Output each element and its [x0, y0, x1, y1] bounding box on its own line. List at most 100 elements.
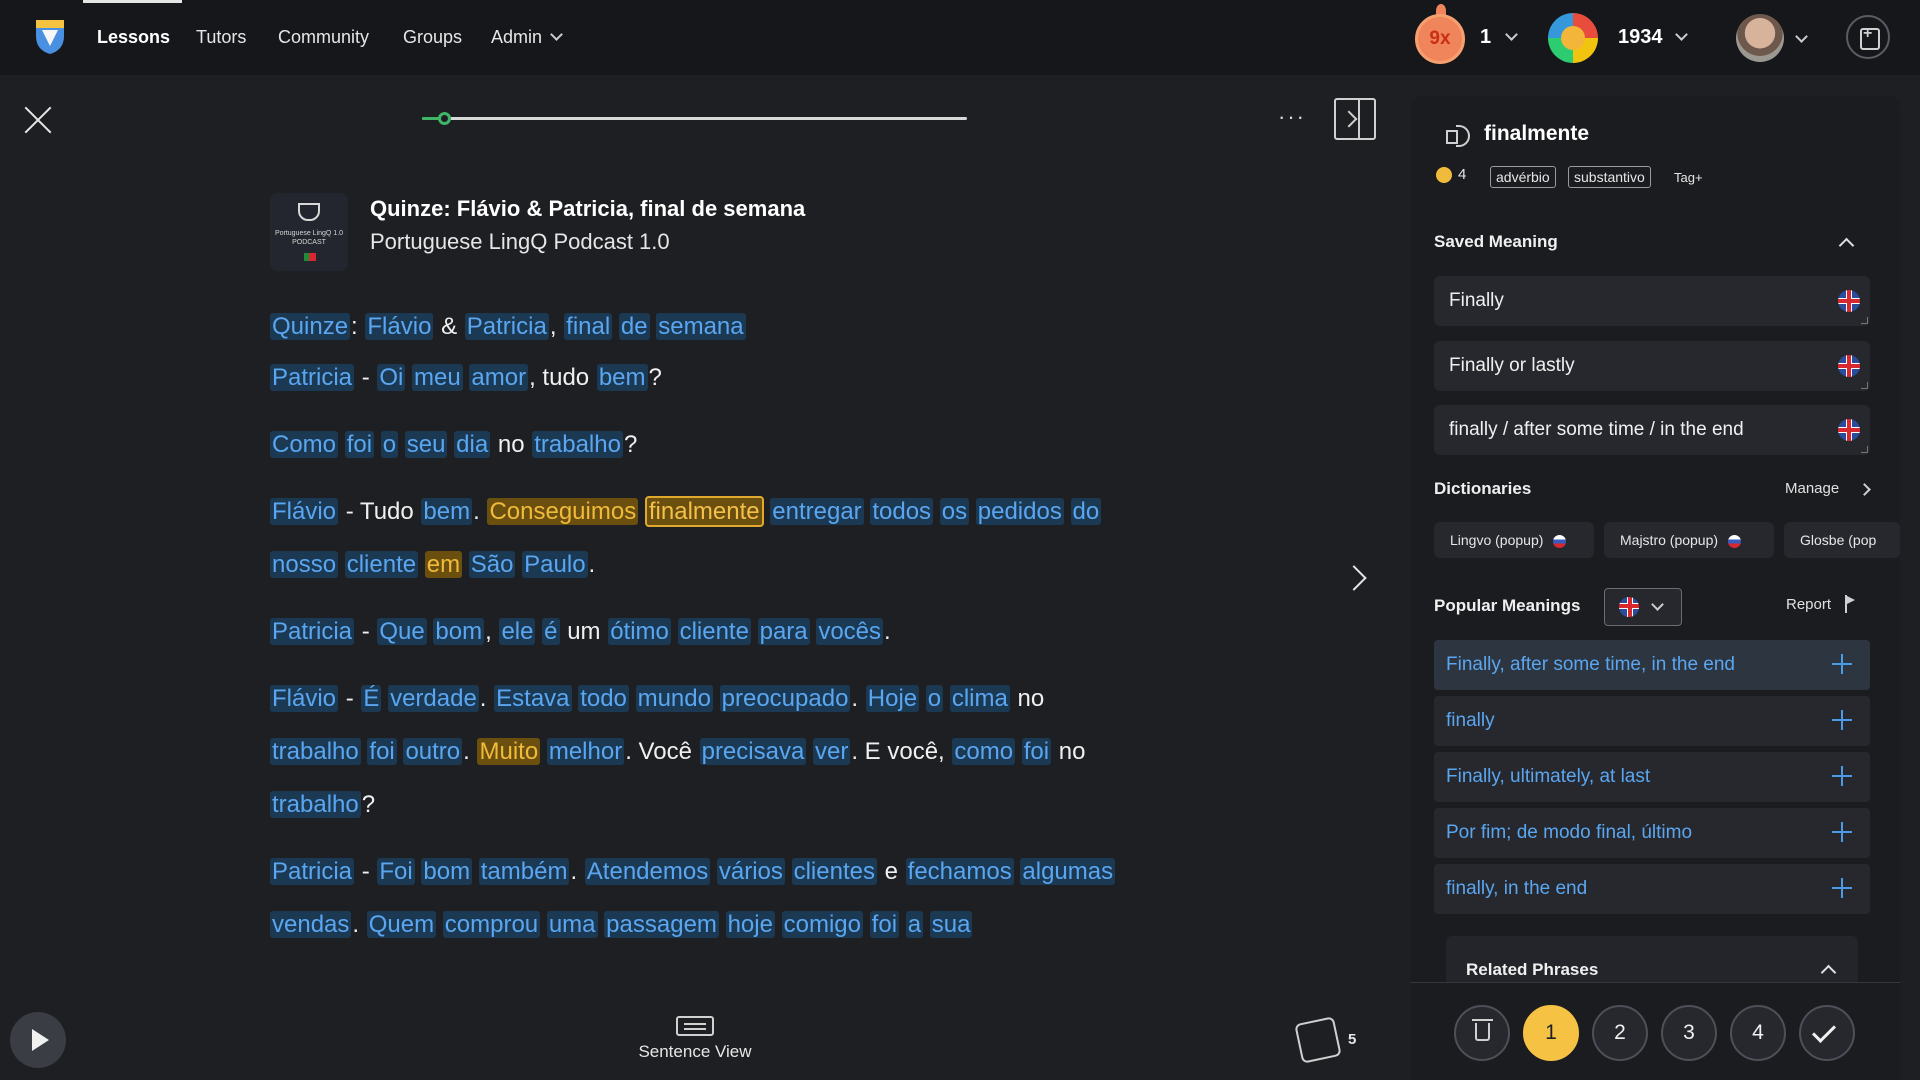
lesson-progress-bar[interactable] — [422, 112, 967, 125]
avatar[interactable] — [1736, 14, 1784, 62]
lesson-word[interactable]: foi — [344, 431, 375, 458]
plus-icon[interactable] — [1832, 766, 1852, 786]
lesson-word[interactable]: a — [905, 911, 924, 938]
plus-icon[interactable] — [1832, 878, 1852, 898]
toggle-sidebar-icon[interactable] — [1334, 98, 1376, 140]
saved-meaning-2[interactable]: Finally or lastly — [1434, 341, 1870, 391]
streak-badge[interactable]: 9x — [1415, 14, 1465, 64]
nav-admin[interactable]: Admin — [491, 0, 563, 75]
coins-counter[interactable]: 1934 — [1618, 0, 1688, 75]
lesson-word[interactable]: os — [939, 498, 970, 525]
lesson-word[interactable]: Muito — [477, 738, 541, 765]
plus-icon[interactable] — [1832, 710, 1852, 730]
lesson-word[interactable]: Flávio — [365, 313, 434, 340]
popular-meaning-4[interactable]: Por fim; de modo final, último — [1434, 808, 1870, 858]
lesson-word[interactable]: São — [468, 551, 516, 578]
lesson-word[interactable]: Patricia — [270, 858, 355, 885]
lesson-word[interactable]: seu — [404, 431, 448, 458]
lesson-word[interactable]: pedidos — [975, 498, 1064, 525]
nav-community[interactable]: Community — [278, 0, 369, 75]
status-4-button[interactable]: 4 — [1730, 1005, 1786, 1061]
lesson-word[interactable]: Paulo — [522, 551, 588, 578]
more-options-icon[interactable]: ··· — [1278, 104, 1306, 130]
lesson-word[interactable]: sua — [929, 911, 973, 938]
lesson-word[interactable]: entregar — [770, 498, 864, 525]
lesson-word[interactable]: trabalho — [270, 791, 361, 818]
nav-lessons[interactable]: Lessons — [97, 0, 170, 75]
import-lesson-icon[interactable] — [1846, 15, 1890, 59]
lesson-word[interactable]: comigo — [781, 911, 863, 938]
lesson-word[interactable]: Que — [377, 618, 427, 645]
status-2-button[interactable]: 2 — [1592, 1005, 1648, 1061]
play-audio-button[interactable] — [10, 1012, 66, 1068]
lesson-word[interactable]: meu — [412, 364, 463, 391]
lesson-word[interactable]: melhor — [546, 738, 625, 765]
lesson-word[interactable]: dia — [454, 431, 491, 458]
next-page-icon[interactable] — [1341, 565, 1367, 591]
sentence-view-button[interactable]: Sentence View — [620, 1012, 770, 1062]
plus-icon[interactable] — [1832, 654, 1852, 674]
lesson-word[interactable]: bom — [421, 858, 473, 885]
plus-icon[interactable] — [1832, 822, 1852, 842]
nav-tutors[interactable]: Tutors — [196, 0, 246, 75]
lesson-word[interactable]: foi — [869, 911, 900, 938]
lesson-word[interactable]: final — [564, 313, 613, 340]
speaker-icon[interactable] — [1446, 124, 1474, 147]
lingq-logo-icon[interactable] — [32, 16, 68, 56]
streak-days[interactable]: 1 — [1480, 0, 1518, 75]
saved-meaning-3[interactable]: finally / after some time / in the end — [1434, 405, 1870, 455]
lesson-word[interactable]: Oi — [377, 364, 406, 391]
status-3-button[interactable]: 3 — [1661, 1005, 1717, 1061]
lingq-cards-icon[interactable] — [1294, 1016, 1342, 1064]
dictionary-lingvo[interactable]: Lingvo (popup) — [1434, 522, 1594, 558]
lesson-word[interactable]: cliente — [344, 551, 419, 578]
lesson-progress-knob[interactable] — [437, 112, 451, 125]
lesson-word[interactable]: o — [380, 431, 399, 458]
known-button[interactable] — [1799, 1005, 1855, 1061]
tag-adverbio[interactable]: advérbio — [1490, 166, 1556, 188]
lesson-word[interactable]: vários — [716, 858, 785, 885]
lesson-word[interactable]: também — [478, 858, 570, 885]
lesson-word[interactable]: Conseguimos — [487, 498, 639, 525]
lesson-word[interactable]: comprou — [442, 911, 541, 938]
saved-meaning-1[interactable]: Finally — [1434, 276, 1870, 326]
popular-meaning-5[interactable]: finally, in the end — [1434, 864, 1870, 914]
lesson-word[interactable]: todo — [578, 685, 629, 712]
lesson-word[interactable]: nosso — [270, 551, 339, 578]
meaning-language-select[interactable] — [1604, 588, 1682, 626]
lesson-word[interactable]: vendas — [270, 911, 352, 938]
popular-meaning-1[interactable]: Finally, after some time, in the end — [1434, 640, 1870, 690]
manage-dictionaries-link[interactable]: Manage — [1785, 480, 1839, 497]
lesson-word[interactable]: Patricia — [270, 364, 355, 391]
popular-meaning-2[interactable]: finally — [1434, 696, 1870, 746]
lesson-word[interactable]: verdade — [388, 685, 479, 712]
selected-word[interactable]: finalmente — [644, 496, 764, 527]
lesson-word[interactable]: Estava — [494, 685, 572, 712]
lesson-word[interactable]: foi — [367, 738, 397, 765]
resize-grip-icon[interactable] — [1861, 382, 1868, 389]
add-tag-button[interactable]: Tag+ — [1674, 170, 1703, 185]
tag-substantivo[interactable]: substantivo — [1568, 166, 1651, 188]
lesson-word[interactable]: ótimo — [608, 618, 671, 645]
lesson-word[interactable]: Quinze — [270, 313, 351, 340]
dictionary-glosbe[interactable]: Glosbe (pop — [1784, 522, 1900, 558]
lesson-word[interactable]: passagem — [604, 911, 719, 938]
lesson-word[interactable]: Flávio — [270, 498, 339, 525]
lesson-word[interactable]: Flávio — [270, 685, 339, 712]
lesson-word[interactable]: o — [925, 685, 944, 712]
lesson-word[interactable]: para — [757, 618, 810, 645]
lesson-word[interactable]: trabalho — [532, 431, 623, 458]
lesson-word[interactable]: preocupado — [719, 685, 851, 712]
lesson-word[interactable]: ver — [812, 738, 851, 765]
lesson-word[interactable]: vocês — [816, 618, 884, 645]
report-link[interactable]: Report — [1786, 596, 1831, 613]
lesson-word[interactable]: Como — [270, 431, 339, 458]
lesson-word[interactable]: fechamos — [905, 858, 1014, 885]
status-1-button[interactable]: 1 — [1523, 1005, 1579, 1061]
lesson-word[interactable]: semana — [656, 313, 746, 340]
close-icon[interactable] — [22, 104, 54, 136]
popular-meaning-3[interactable]: Finally, ultimately, at last — [1434, 752, 1870, 802]
uk-flag-icon[interactable] — [1838, 355, 1860, 377]
lesson-word[interactable]: Quem — [366, 911, 437, 938]
flag-icon[interactable] — [1845, 595, 1855, 613]
